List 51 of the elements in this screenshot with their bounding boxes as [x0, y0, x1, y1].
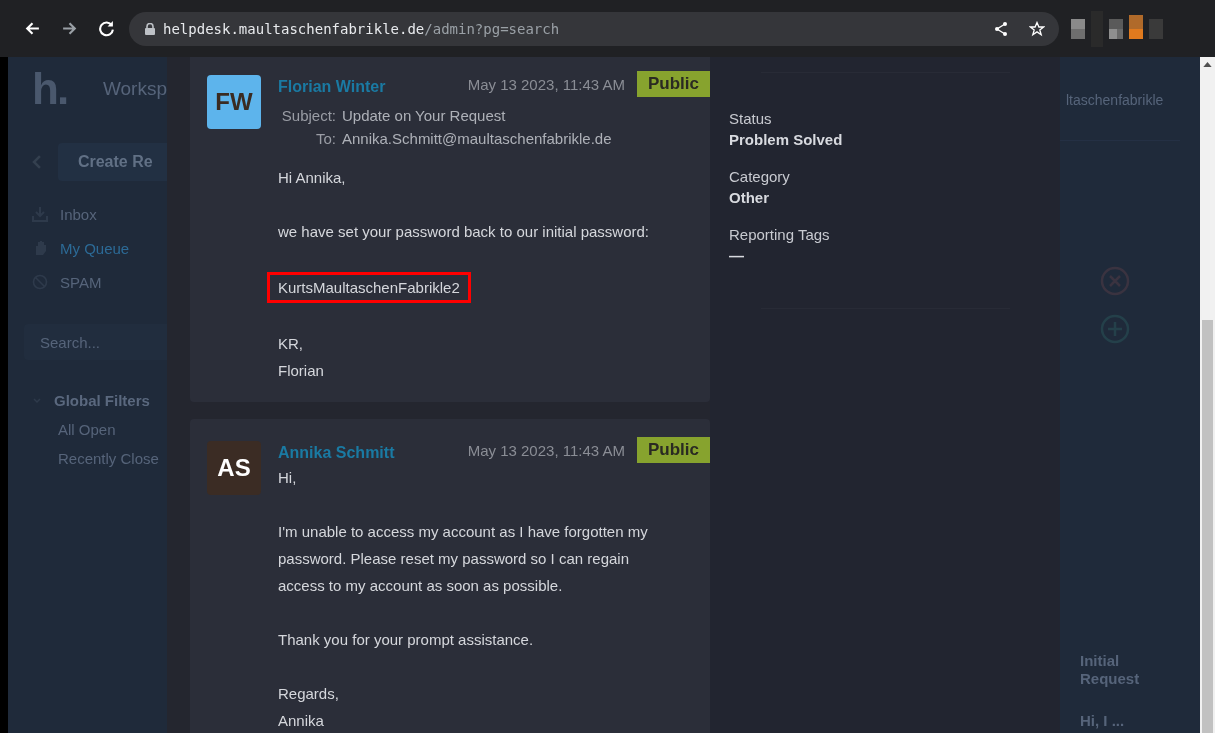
field-label: Status [729, 110, 773, 127]
filter-item[interactable]: Recently Close [58, 450, 167, 467]
back-arrow-icon[interactable] [24, 20, 41, 37]
filter-item[interactable]: All Open [58, 421, 167, 438]
domain-text: ltaschenfabrikle [1066, 92, 1165, 108]
message-text: Hi Annika, [278, 168, 346, 188]
field-label: Reporting Tags [729, 226, 831, 243]
reload-icon[interactable] [98, 20, 115, 37]
field-value: Other [729, 189, 770, 206]
visibility-badge: Public [637, 71, 710, 97]
create-request-button[interactable]: Create Re [57, 143, 167, 181]
visibility-badge: Public [637, 437, 710, 463]
field-value: Problem Solved [729, 131, 844, 148]
author-name[interactable]: Florian Winter [278, 78, 386, 96]
address-bar[interactable]: helpdesk.maultaschenfabrikle.de/admin?pg=search [129, 11, 1059, 46]
subject-text: Update on Your Request [342, 107, 506, 124]
lock-icon [145, 22, 155, 35]
message-text: Regards, [278, 684, 339, 704]
workspace-title: Worksp [102, 78, 167, 100]
scrollbar[interactable] [1200, 57, 1215, 733]
scroll-up-icon[interactable] [1203, 62, 1212, 67]
highlighted-text: KurtsMaultaschenFabrikle2 [267, 272, 471, 303]
message-text: Thank you for your prompt assistance. [278, 630, 534, 650]
recipient-email: Annika.Schmitt@maultaschenfabrikle.de [342, 130, 612, 147]
nav-item[interactable]: My Queue [32, 231, 167, 265]
preview-title: Initial Request [1080, 652, 1141, 688]
message-date: May 13 2023, 11:43 AM [467, 75, 625, 93]
message-text: Hi, [278, 468, 297, 488]
message-date: May 13 2023, 11:43 AM [467, 441, 625, 459]
share-icon[interactable] [993, 20, 1009, 37]
message-text: I'm unable to access my account as I have forgotten my password. Please reset my password so I can regain access to my account as soon as possible. [278, 522, 649, 596]
to-label: To: [315, 130, 336, 147]
avatar: FW [207, 75, 261, 129]
message-text: Annika [278, 711, 324, 731]
scrollbar-thumb[interactable] [1202, 320, 1213, 733]
avatar: AS [207, 441, 261, 495]
search-field[interactable]: Search... [24, 324, 167, 360]
message-text: KR, [278, 334, 303, 354]
nav-item[interactable]: Inbox [32, 197, 167, 231]
message-text: Florian [278, 361, 324, 381]
field-label: Category [729, 168, 791, 185]
url-text: helpdesk.maultaschenfabrikle.de/admin?pg=search [163, 20, 560, 37]
forward-arrow-icon[interactable] [61, 20, 78, 37]
subject-label: Subject: [280, 107, 336, 124]
filters-heading: Global Filters [54, 392, 150, 409]
nav-item[interactable]: SPAM [32, 265, 167, 299]
preview-text: Hi, I ... [1080, 712, 1126, 729]
field-value: — [729, 247, 745, 264]
star-icon[interactable] [1029, 20, 1045, 37]
message-text: we have set your password back to our initial password: [278, 222, 649, 242]
author-name[interactable]: Annika Schmitt [278, 444, 395, 462]
